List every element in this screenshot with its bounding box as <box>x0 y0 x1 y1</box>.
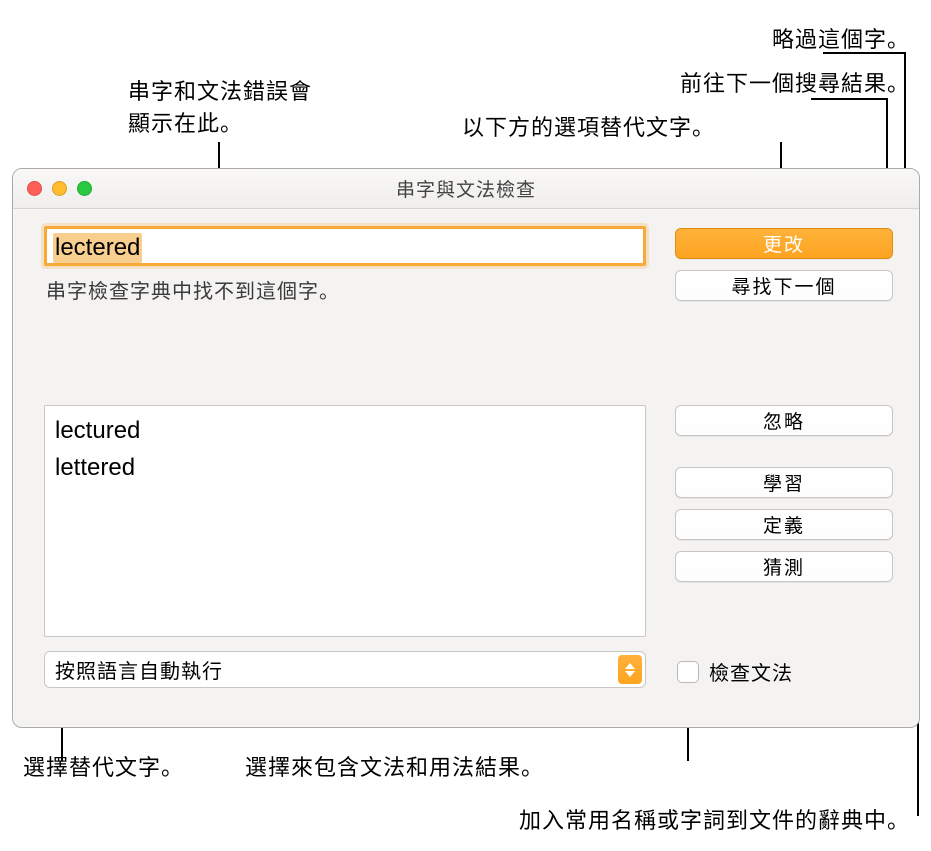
leader-ignore-h <box>823 52 904 54</box>
leader-findnext-h <box>811 98 886 100</box>
change-button[interactable]: 更改 <box>675 228 893 259</box>
window-title: 串字與文法檢查 <box>396 175 536 202</box>
define-button[interactable]: 定義 <box>675 509 893 540</box>
callout-errors-here: 串字和文法錯誤會 顯示在此。 <box>128 76 312 140</box>
callout-next-result: 前往下一個搜尋結果。 <box>680 68 910 100</box>
minimize-icon[interactable] <box>52 181 67 196</box>
suggestions-list[interactable]: lectured lettered <box>44 405 646 637</box>
learn-button[interactable]: 學習 <box>675 467 893 498</box>
spelling-grammar-window: 串字與文法檢查 lectered 串字檢查字典中找不到這個字。 更改 尋找下一個… <box>12 168 920 728</box>
close-icon[interactable] <box>27 181 42 196</box>
chevron-down-icon <box>625 671 635 677</box>
callout-replace-below: 以下方的選項替代文字。 <box>462 112 715 144</box>
guess-button[interactable]: 猜測 <box>675 551 893 582</box>
chevron-up-icon <box>625 663 635 669</box>
check-grammar-label: 檢查文法 <box>709 657 793 686</box>
zoom-icon[interactable] <box>77 181 92 196</box>
check-grammar-option[interactable]: 檢查文法 <box>677 657 793 686</box>
not-found-hint: 串字檢查字典中找不到這個字。 <box>46 275 340 304</box>
misspelled-word-field[interactable]: lectered <box>44 226 646 266</box>
list-item[interactable]: lettered <box>55 449 635 486</box>
window-body: lectered 串字檢查字典中找不到這個字。 更改 尋找下一個 lecture… <box>13 209 919 727</box>
language-select[interactable]: 按照語言自動執行 <box>44 651 646 688</box>
language-select-label: 按照語言自動執行 <box>55 655 223 684</box>
misspelled-word: lectered <box>53 233 142 263</box>
callout-include-grammar: 選擇來包含文法和用法結果。 <box>245 752 544 784</box>
dropdown-stepper-icon[interactable] <box>618 655 642 684</box>
find-next-button[interactable]: 尋找下一個 <box>675 270 893 301</box>
checkbox-icon[interactable] <box>677 661 699 683</box>
titlebar: 串字與文法檢查 <box>13 169 919 209</box>
list-item[interactable]: lectured <box>55 412 635 449</box>
ignore-button[interactable]: 忽略 <box>675 405 893 436</box>
window-controls <box>27 181 92 196</box>
callout-add-to-dict: 加入常用名稱或字詞到文件的辭典中。 <box>519 805 910 837</box>
callout-choose-replacement: 選擇替代文字。 <box>23 752 184 784</box>
